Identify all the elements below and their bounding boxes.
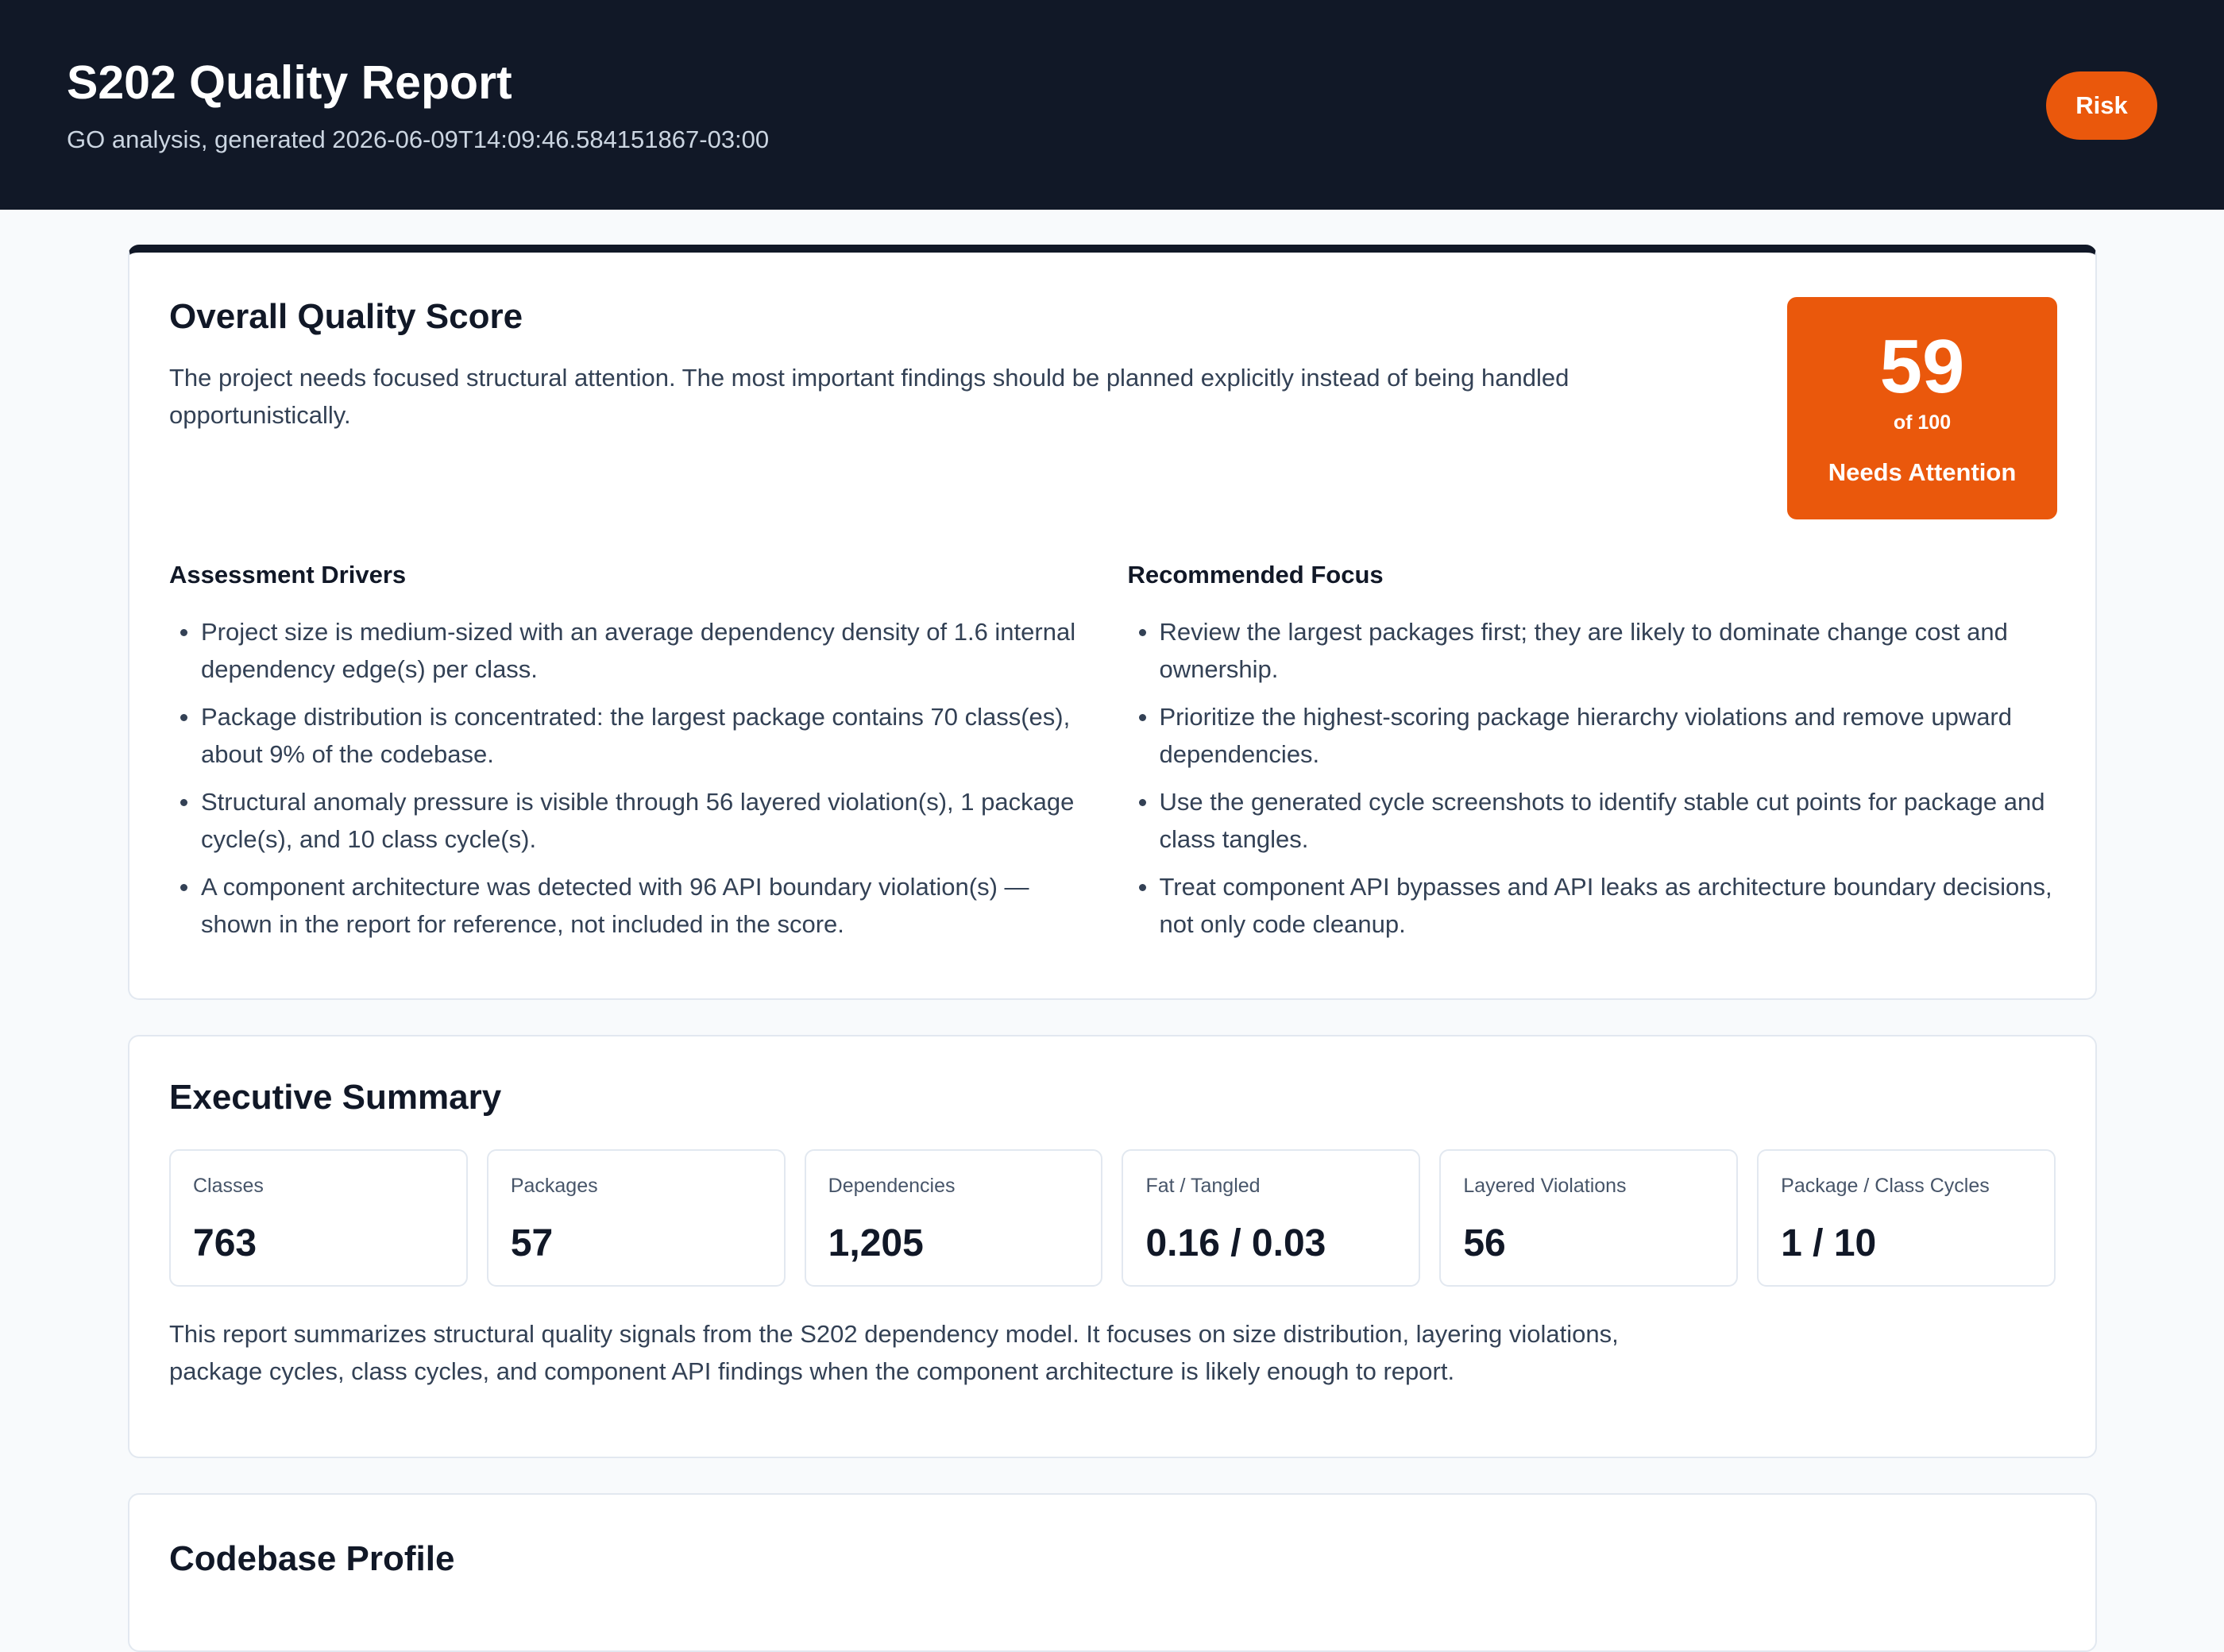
metric-value: 763 <box>193 1222 257 1264</box>
score-intro: The project needs focused structural att… <box>169 364 1570 429</box>
metrics-row: Classes 763 Packages 57 Dependencies 1,2… <box>169 1149 2056 1287</box>
score-value: 59 <box>1879 324 1965 409</box>
metric-label: Fat / Tangled <box>1145 1175 1261 1197</box>
score-columns: Assessment Drivers Project size is mediu… <box>169 561 2056 953</box>
overall-score-card: Overall Quality Score The project needs … <box>128 245 2097 1000</box>
score-label: Needs Attention <box>1828 458 2017 486</box>
list-item: A component architecture was detected wi… <box>169 868 1098 943</box>
summary-section-title: Executive Summary <box>169 1078 502 1117</box>
summary-text: This report summarizes structural qualit… <box>169 1320 1619 1385</box>
risk-badge: Risk <box>2046 71 2157 140</box>
drivers-list: Project size is medium-sized with an ave… <box>169 613 1098 943</box>
page-title: S202 Quality Report <box>67 56 512 109</box>
report-header: S202 Quality Report GO analysis, generat… <box>0 0 2224 210</box>
metric-value: 1,205 <box>828 1222 924 1264</box>
drivers-title: Assessment Drivers <box>169 561 407 589</box>
metric-dependencies: Dependencies 1,205 <box>804 1149 1103 1287</box>
metric-value: 0.16 / 0.03 <box>1145 1222 1326 1264</box>
metric-value: 57 <box>510 1222 554 1264</box>
metric-cycles: Package / Class Cycles 1 / 10 <box>1757 1149 2056 1287</box>
metric-value: 56 <box>1463 1222 1506 1264</box>
list-item: Project size is medium-sized with an ave… <box>169 613 1098 688</box>
score-scale: of 100 <box>1893 411 1952 434</box>
list-item: Treat component API bypasses and API lea… <box>1128 868 2056 943</box>
metric-layered-violations: Layered Violations 56 <box>1439 1149 1739 1287</box>
list-item: Review the largest packages first; they … <box>1128 613 2056 688</box>
profile-section-title: Codebase Profile <box>169 1539 455 1578</box>
metric-fat-tangled: Fat / Tangled 0.16 / 0.03 <box>1122 1149 1421 1287</box>
metric-classes: Classes 763 <box>169 1149 468 1287</box>
executive-summary-card: Executive Summary Classes 763 Packages 5… <box>128 1035 2097 1458</box>
list-item: Prioritize the highest-scoring package h… <box>1128 698 2056 773</box>
metric-label: Package / Class Cycles <box>1781 1175 1990 1197</box>
list-item: Package distribution is concentrated: th… <box>169 698 1098 773</box>
focus-list: Review the largest packages first; they … <box>1128 613 2056 943</box>
metric-value: 1 / 10 <box>1781 1222 1877 1264</box>
score-section-title: Overall Quality Score <box>169 297 523 336</box>
recommended-focus: Recommended Focus Review the largest pac… <box>1128 561 2056 953</box>
codebase-profile-card: Codebase Profile <box>128 1493 2097 1652</box>
metric-label: Packages <box>510 1175 598 1197</box>
metric-label: Layered Violations <box>1463 1175 1627 1197</box>
metric-label: Classes <box>193 1175 264 1197</box>
list-item: Use the generated cycle screenshots to i… <box>1128 783 2056 858</box>
focus-title: Recommended Focus <box>1127 561 1384 589</box>
page-subtitle: GO analysis, generated 2026-06-09T14:09:… <box>67 125 770 153</box>
score-box: 59 of 100 Needs Attention <box>1787 297 2057 519</box>
list-item: Structural anomaly pressure is visible t… <box>169 783 1098 858</box>
metric-packages: Packages 57 <box>486 1149 786 1287</box>
metric-label: Dependencies <box>828 1175 956 1197</box>
assessment-drivers: Assessment Drivers Project size is mediu… <box>169 561 1098 953</box>
